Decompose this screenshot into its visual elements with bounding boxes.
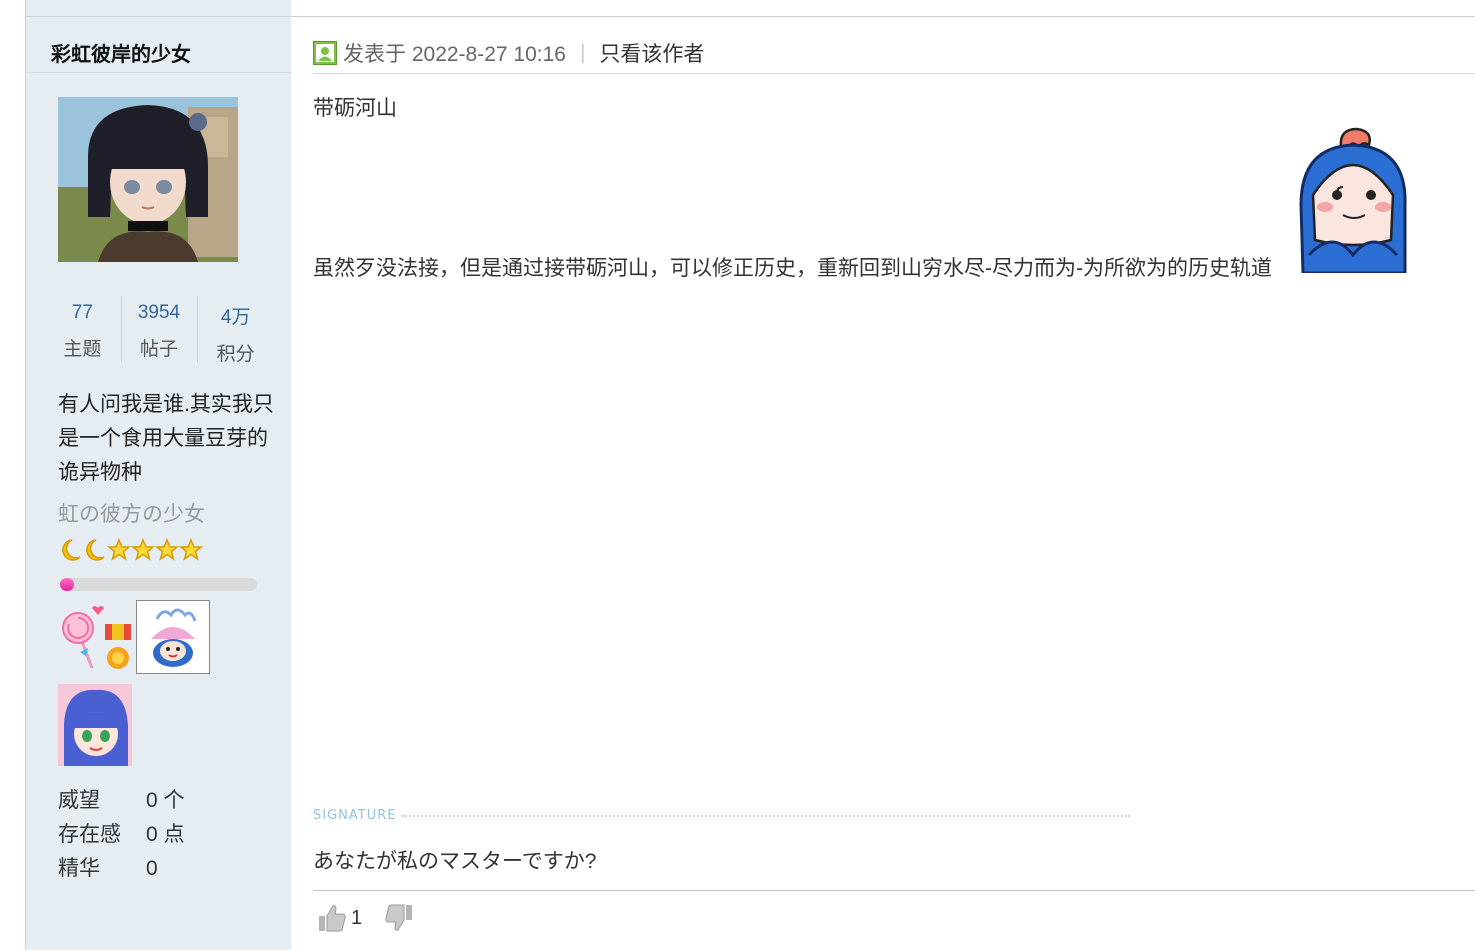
blue-hood-emoticon-icon [1299,127,1407,273]
post-main: 发表于 2022-8-27 10:16 | 只看该作者 带砺河山 虽然歹没法接，… [313,0,1475,950]
author-divider [26,72,291,73]
stat-label: 帖子 [140,339,179,360]
user-online-icon [313,41,337,65]
only-author-link[interactable]: 只看该作者 [599,38,704,68]
avatar[interactable] [58,97,238,262]
author-name[interactable]: 彩虹彼岸的少女 [51,38,191,67]
thumbs-down-icon[interactable] [384,903,414,933]
post-body: 虽然歹没法接，但是通过接带砺河山，可以修正历史，重新回到山穷水尽-尽力而为-为所… [313,257,1272,280]
stat-value: 4万 [220,307,251,328]
ext-credit-row: 威望 0 个 [58,784,185,818]
author-stats: 77 主题 3954 帖子 4万 积分 [44,296,274,365]
ext-credit-value: 0 点 [146,823,185,846]
stat-label: 主题 [63,339,102,360]
stat-posts[interactable]: 3954 帖子 [120,296,198,362]
stat-label: 积分 [216,344,255,365]
usergroup-title[interactable]: 虹の彼方の少女 [58,498,205,528]
cake-medal-icon[interactable] [136,600,210,674]
signature-header: SIGNATURE [313,808,1131,823]
ext-credit-label: 威望 [58,789,100,812]
author-bio: 有人问我是谁.其实我只是一个食用大量豆芽的诡异物种 [58,393,274,484]
lollipop-medal-icon[interactable] [58,600,133,675]
post-timestamp: 发表于 2022-8-27 10:16 [343,43,566,66]
level-progress-fill [60,578,74,591]
post-actions: 1 [317,903,414,933]
ext-credit-value: 0 [146,857,158,880]
author-sidebar: 彩虹彼岸的少女 77 主题 3954 帖子 4万 积分 有人问我是谁.其实我只是… [26,0,291,950]
stat-value: 3954 [137,302,181,323]
ext-credit-row: 存在感 0 点 [58,818,185,852]
stat-credits[interactable]: 4万 积分 [197,296,274,365]
ext-credit-label: 精华 [58,857,100,880]
level-progress-bar [60,578,257,591]
header-separator: | [579,41,586,64]
rank-stars-icon [62,538,203,561]
anime-girl-medal-icon[interactable] [58,684,132,766]
thumbs-up-icon[interactable] [317,903,347,933]
ext-credits: 威望 0 个 存在感 0 点 精华 0 [58,784,185,886]
footer-divider [313,890,1475,891]
signature-dotted-divider [402,814,1131,817]
ext-credit-row: 精华 0 [58,852,185,886]
stat-threads[interactable]: 77 主题 [44,296,121,362]
post-header: 发表于 2022-8-27 10:16 | 只看该作者 [313,36,704,70]
medals [58,600,213,675]
signature-label: SIGNATURE [313,808,397,823]
header-divider [313,73,1475,74]
post-title: 带砺河山 [313,97,397,120]
stat-value: 77 [71,302,93,323]
signature-text: あなたが私のマスターですか? [313,850,597,873]
rank-stars [58,537,203,563]
ext-credit-value: 0 个 [146,789,185,812]
like-count: 1 [351,906,363,929]
ext-credit-label: 存在感 [58,823,121,846]
